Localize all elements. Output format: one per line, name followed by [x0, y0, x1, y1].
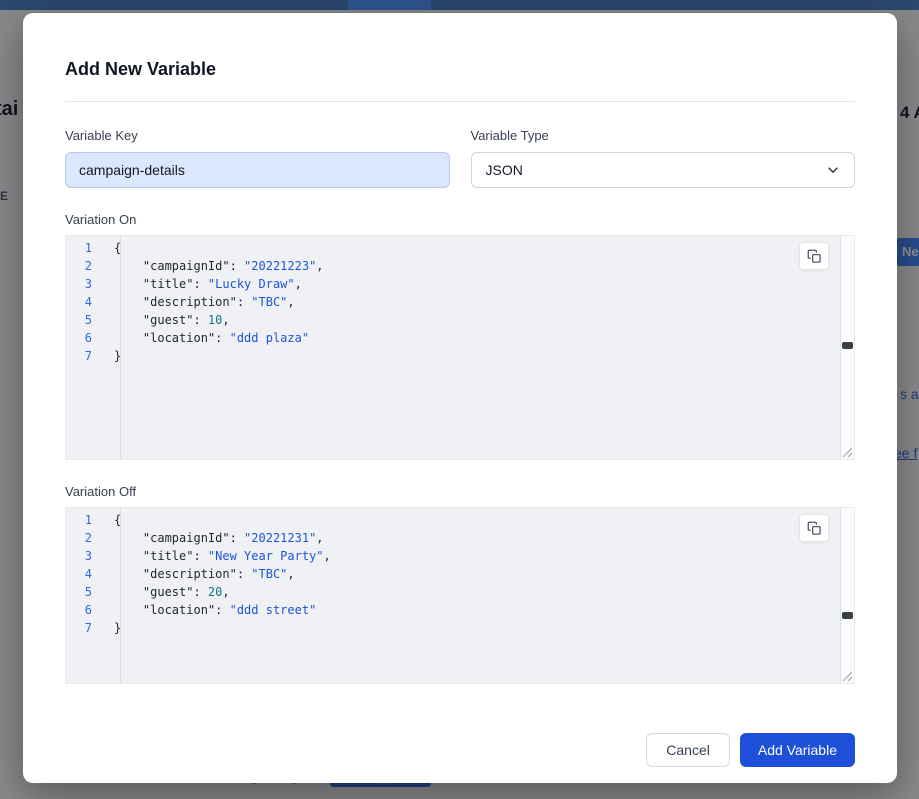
copy-button[interactable] [799, 514, 829, 542]
code-line: 6 "location": "ddd plaza" [66, 329, 854, 347]
cancel-button[interactable]: Cancel [646, 733, 730, 767]
variation-off-editor[interactable]: 1{2 "campaignId": "20221231",3 "title": … [65, 507, 855, 684]
line-number: 1 [66, 511, 106, 529]
modal-footer: Cancel Add Variable [65, 733, 855, 767]
resize-grip-icon [841, 670, 853, 682]
variation-on-label: Variation On [65, 212, 855, 228]
variable-key-input[interactable] [65, 152, 450, 188]
line-number: 2 [66, 257, 106, 275]
code-line: 3 "title": "New Year Party", [66, 547, 854, 565]
resize-handle[interactable] [841, 670, 853, 682]
code-text: "location": "ddd plaza" [106, 329, 309, 347]
code-line: 3 "title": "Lucky Draw", [66, 275, 854, 293]
scrollbar-thumb[interactable] [842, 342, 853, 349]
code-text: "location": "ddd street" [106, 601, 316, 619]
code-text: "title": "Lucky Draw", [106, 275, 302, 293]
add-variable-modal: Add New Variable Variable Key Variable T… [23, 13, 897, 783]
variable-key-label: Variable Key [65, 128, 450, 144]
code-line: 1{ [66, 239, 854, 257]
variation-off-label: Variation Off [65, 484, 855, 500]
code-line: 2 "campaignId": "20221231", [66, 529, 854, 547]
code-line: 5 "guest": 10, [66, 311, 854, 329]
modal-title: Add New Variable [65, 59, 855, 80]
code-line: 7} [66, 619, 854, 637]
resize-handle[interactable] [841, 446, 853, 458]
title-divider [65, 101, 855, 102]
variable-key-field: Variable Key [65, 128, 450, 188]
code-text: "description": "TBC", [106, 565, 295, 583]
scrollbar-thumb[interactable] [842, 612, 853, 619]
line-number: 7 [66, 619, 106, 637]
variable-type-label: Variable Type [471, 128, 856, 144]
variable-type-value: JSON [486, 162, 523, 178]
scrollbar-track[interactable] [840, 508, 854, 683]
variation-on-code: 1{2 "campaignId": "20221223",3 "title": … [66, 236, 854, 365]
line-number: 6 [66, 329, 106, 347]
line-number: 5 [66, 311, 106, 329]
copy-icon [807, 521, 822, 536]
code-text: "campaignId": "20221223", [106, 257, 324, 275]
line-number: 6 [66, 601, 106, 619]
line-number: 2 [66, 529, 106, 547]
line-number: 1 [66, 239, 106, 257]
scrollbar-track[interactable] [840, 236, 854, 459]
fields-row: Variable Key Variable Type JSON [65, 128, 855, 188]
code-text: "guest": 20, [106, 583, 230, 601]
line-number: 3 [66, 275, 106, 293]
code-text: "campaignId": "20221231", [106, 529, 324, 547]
code-text: "guest": 10, [106, 311, 230, 329]
code-line: 4 "description": "TBC", [66, 565, 854, 583]
variable-type-select[interactable]: JSON [471, 152, 856, 188]
code-line: 4 "description": "TBC", [66, 293, 854, 311]
line-number: 3 [66, 547, 106, 565]
code-text: "description": "TBC", [106, 293, 295, 311]
variable-type-field: Variable Type JSON [471, 128, 856, 188]
add-variable-button[interactable]: Add Variable [740, 733, 855, 767]
line-number: 4 [66, 293, 106, 311]
variation-on-editor[interactable]: 1{2 "campaignId": "20221223",3 "title": … [65, 235, 855, 460]
code-line: 6 "location": "ddd street" [66, 601, 854, 619]
line-number: 4 [66, 565, 106, 583]
variation-off-code: 1{2 "campaignId": "20221231",3 "title": … [66, 508, 854, 637]
chevron-down-icon [826, 163, 840, 177]
code-line: 2 "campaignId": "20221223", [66, 257, 854, 275]
code-line: 7} [66, 347, 854, 365]
code-text: { [106, 239, 121, 257]
copy-button[interactable] [799, 242, 829, 270]
code-text: { [106, 511, 121, 529]
code-text: } [106, 347, 121, 365]
code-line: 1{ [66, 511, 854, 529]
copy-icon [807, 249, 822, 264]
code-line: 5 "guest": 20, [66, 583, 854, 601]
line-number: 5 [66, 583, 106, 601]
code-text: } [106, 619, 121, 637]
code-text: "title": "New Year Party", [106, 547, 331, 565]
line-number: 7 [66, 347, 106, 365]
resize-grip-icon [841, 446, 853, 458]
